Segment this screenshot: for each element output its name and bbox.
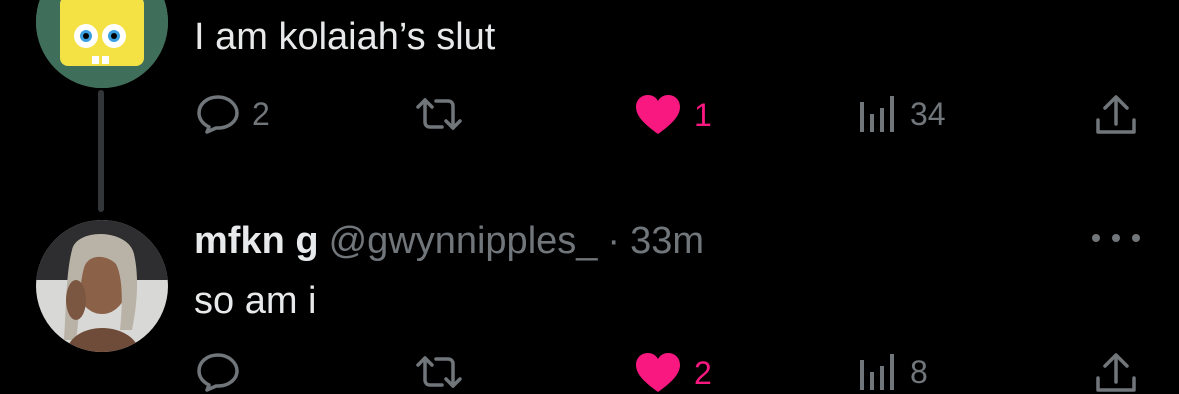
views-icon [860, 354, 894, 390]
retweet-icon [416, 98, 462, 130]
retweet-button[interactable] [414, 352, 476, 392]
like-count: 2 [694, 354, 712, 391]
reply-icon [197, 95, 239, 134]
reply-button[interactable]: 2 [196, 94, 270, 134]
timestamp[interactable]: 33m [630, 220, 704, 263]
retweet-button[interactable] [414, 94, 476, 134]
tweet-text: I am kolaiah’s slut [194, 16, 496, 58]
reply-button[interactable] [196, 352, 252, 392]
reply-icon [197, 353, 239, 392]
views-button[interactable]: 8 [858, 352, 928, 392]
like-count: 1 [694, 96, 712, 133]
tweet-header: mfkn g @gwynnipples_ · 33m [194, 220, 704, 263]
avatar[interactable] [36, 0, 168, 88]
view-count: 34 [910, 95, 946, 132]
thread-connector-line [98, 90, 104, 212]
user-handle[interactable]: @gwynnipples_ [329, 220, 598, 263]
views-icon [860, 96, 894, 132]
separator-dot: · [607, 220, 621, 262]
share-icon [1096, 353, 1136, 392]
views-button[interactable]: 34 [858, 94, 946, 134]
avatar[interactable] [36, 220, 168, 352]
display-name[interactable]: mfkn g [194, 220, 319, 263]
view-count: 8 [910, 353, 928, 390]
tweet-text: so am i [194, 280, 317, 322]
share-icon [1096, 95, 1136, 134]
share-button[interactable] [1094, 94, 1138, 136]
heart-icon [636, 353, 680, 392]
more-icon[interactable] [1092, 228, 1140, 248]
heart-icon [636, 95, 680, 134]
like-button[interactable]: 1 [634, 94, 712, 136]
like-button[interactable]: 2 [634, 352, 712, 394]
share-button[interactable] [1094, 352, 1138, 394]
retweet-icon [416, 356, 462, 388]
reply-count: 2 [252, 95, 270, 132]
